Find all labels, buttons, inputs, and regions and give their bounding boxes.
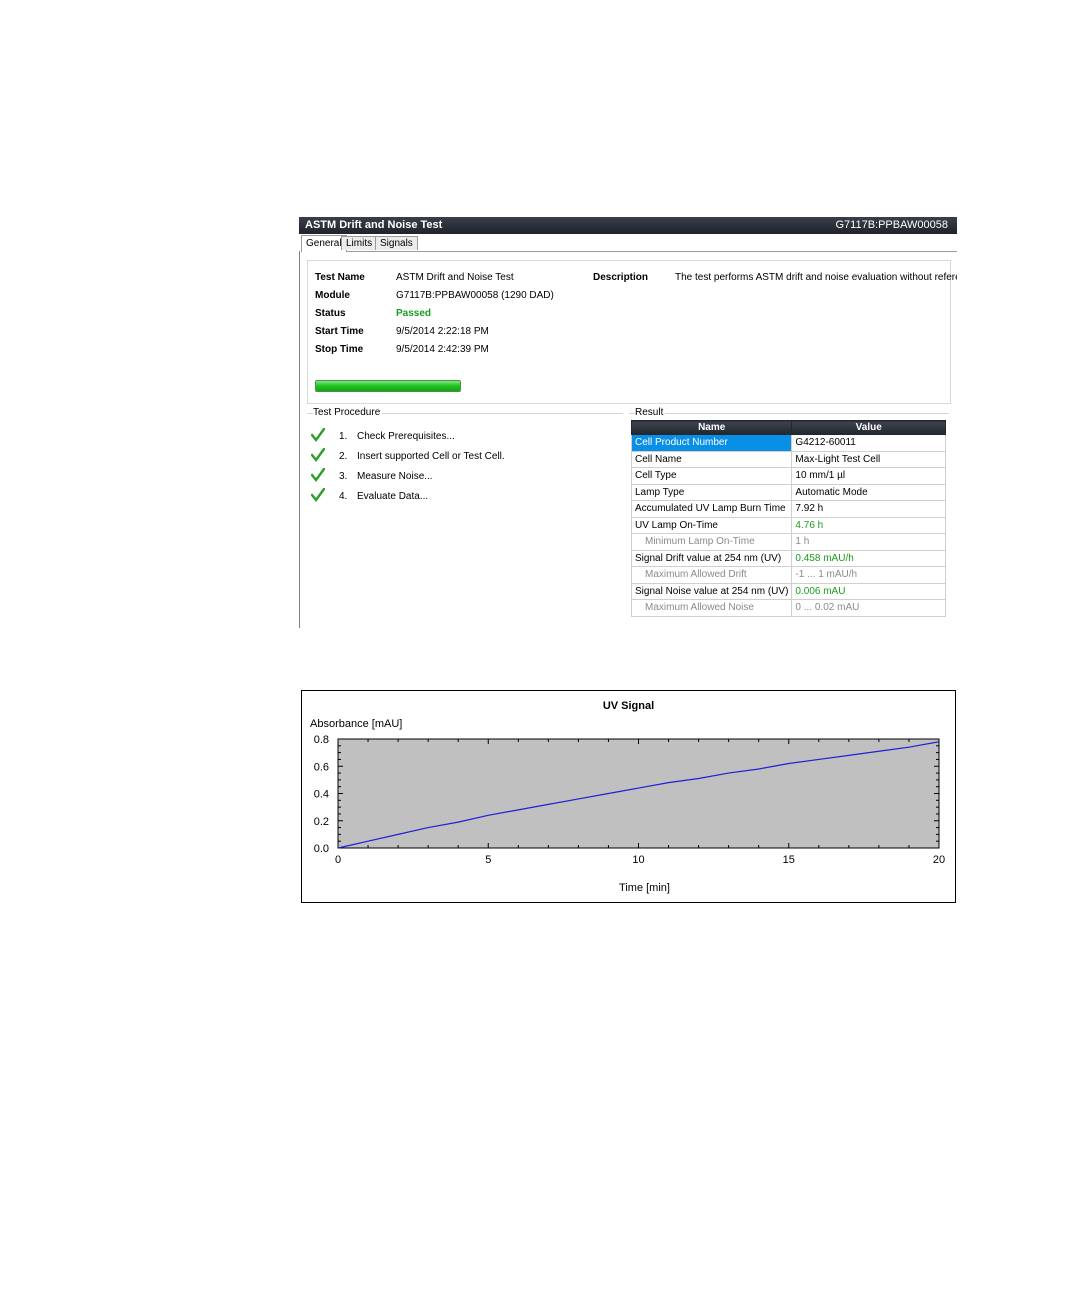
row-value: Max-Light Test Cell [791,450,946,468]
description-label: Description [593,272,649,283]
check-icon [311,468,325,482]
table-row[interactable]: Lamp Type Automatic Mode [630,483,946,501]
table-row[interactable]: Cell Type 10 mm/1 µl [630,467,946,485]
start-time-value: 9/5/2014 2:22:18 PM [396,326,489,337]
row-value: 1 h [791,533,946,551]
module-value: G7117B:PPBAW00058 (1290 DAD) [396,290,554,301]
window-left-border [299,251,300,628]
x-tick-label: 5 [485,854,491,866]
table-row[interactable]: Maximum Allowed Drift -1 ... 1 mAU/h [630,566,946,584]
row-value: 0.006 mAU [791,582,946,600]
column-header-name[interactable]: Name [630,420,793,435]
tab-signals[interactable]: Signals [375,236,418,250]
row-name: Maximum Allowed Noise [630,599,793,617]
table-row[interactable]: Accumulated UV Lamp Burn Time 7.92 h [630,500,946,518]
result-group: Result Name Value Cell Product Number G4… [629,407,949,628]
stop-time-label: Stop Time [315,344,364,355]
test-procedure-group: Test Procedure 1. Check Prerequisites...… [307,407,623,628]
y-tick-label: 0.6 [314,761,329,773]
table-row[interactable]: Cell Name Max-Light Test Cell [630,450,946,468]
row-name: Signal Drift value at 254 nm (UV) [630,549,793,567]
status-label: Status [315,308,346,319]
row-value: Automatic Mode [791,483,946,501]
row-name: Cell Name [630,450,793,468]
check-icon [311,448,325,462]
table-row[interactable]: Signal Drift value at 254 nm (UV) 0.458 … [630,549,946,567]
test-name-value: ASTM Drift and Noise Test [396,272,514,283]
table-row[interactable]: Maximum Allowed Noise 0 ... 0.02 mAU [630,599,946,617]
window-module-id: G7117B:PPBAW00058 [835,219,948,231]
test-progress-bar [315,380,461,392]
row-value: 0 ... 0.02 mAU [791,599,946,617]
step-number: 2. [339,451,348,462]
tab-general[interactable]: General [301,235,347,252]
procedure-title: Test Procedure [313,407,383,418]
start-time-label: Start Time [315,326,364,337]
x-tick-label: 0 [335,854,341,866]
check-icon [311,488,325,502]
row-name: Minimum Lamp On-Time [630,533,793,551]
window-title: ASTM Drift and Noise Test [305,219,443,231]
test-progress-fill [316,381,460,391]
x-tick-label: 20 [933,854,945,866]
row-name: Maximum Allowed Drift [630,566,793,584]
table-row[interactable]: Minimum Lamp On-Time 1 h [630,533,946,551]
x-tick-label: 15 [783,854,795,866]
step-number: 3. [339,471,348,482]
step-label: Evaluate Data... [357,491,429,502]
row-value: -1 ... 1 mAU/h [791,566,946,584]
y-tick-label: 0.4 [314,789,329,801]
row-name: Cell Type [630,467,793,485]
step-number: 4. [339,491,348,502]
row-name: UV Lamp On-Time [630,516,793,534]
stop-time-value: 9/5/2014 2:42:39 PM [396,344,489,355]
row-name: Signal Noise value at 254 nm (UV) [630,582,793,600]
general-panel: Test Name ASTM Drift and Noise Test Modu… [307,260,957,404]
status-value: Passed [396,308,432,319]
row-value: 0.458 mAU/h [791,549,946,567]
table-row[interactable]: UV Lamp On-Time 4.76 h [630,516,946,534]
test-name-label: Test Name [315,272,365,283]
tab-bar: General Limits Signals [301,235,957,252]
y-tick-label: 0.8 [314,734,329,746]
step-label: Insert supported Cell or Test Cell. [357,451,505,462]
step-number: 1. [339,431,348,442]
module-label: Module [315,290,350,301]
row-name: Accumulated UV Lamp Burn Time [630,500,793,518]
x-tick-label: 10 [632,854,644,866]
row-name: Cell Product Number [630,434,793,452]
result-title: Result [635,407,666,418]
title-bar: ASTM Drift and Noise Test G7117B:PPBAW00… [299,217,957,234]
uv-signal-chart: UV Signal Absorbance [mAU] Time [min] 05… [301,690,956,903]
step-label: Check Prerequisites... [357,431,455,442]
result-table: Name Value Cell Product Number G4212-600… [630,420,946,617]
y-tick-label: 0.2 [314,816,329,828]
row-value: 7.92 h [791,500,946,518]
column-header-value[interactable]: Value [791,420,946,435]
row-value: 4.76 h [791,516,946,534]
row-value: 10 mm/1 µl [791,467,946,485]
check-icon [311,428,325,442]
tab-limits[interactable]: Limits [341,236,378,250]
row-value: G4212-60011 [791,434,946,452]
table-row[interactable]: Signal Noise value at 254 nm (UV) 0.006 … [630,582,946,600]
y-tick-label: 0.0 [314,843,329,855]
row-name: Lamp Type [630,483,793,501]
table-row[interactable]: Cell Product Number G4212-60011 [630,434,946,452]
chart-plot-svg: 0 5 10 15 20 0.0 0.2 0.4 0.6 0.8 [314,734,945,866]
result-group-line [629,413,949,414]
step-label: Measure Noise... [357,471,433,482]
test-window: ASTM Drift and Noise Test G7117B:PPBAW00… [299,217,957,628]
description-value: The test performs ASTM drift and noise e… [675,272,957,283]
